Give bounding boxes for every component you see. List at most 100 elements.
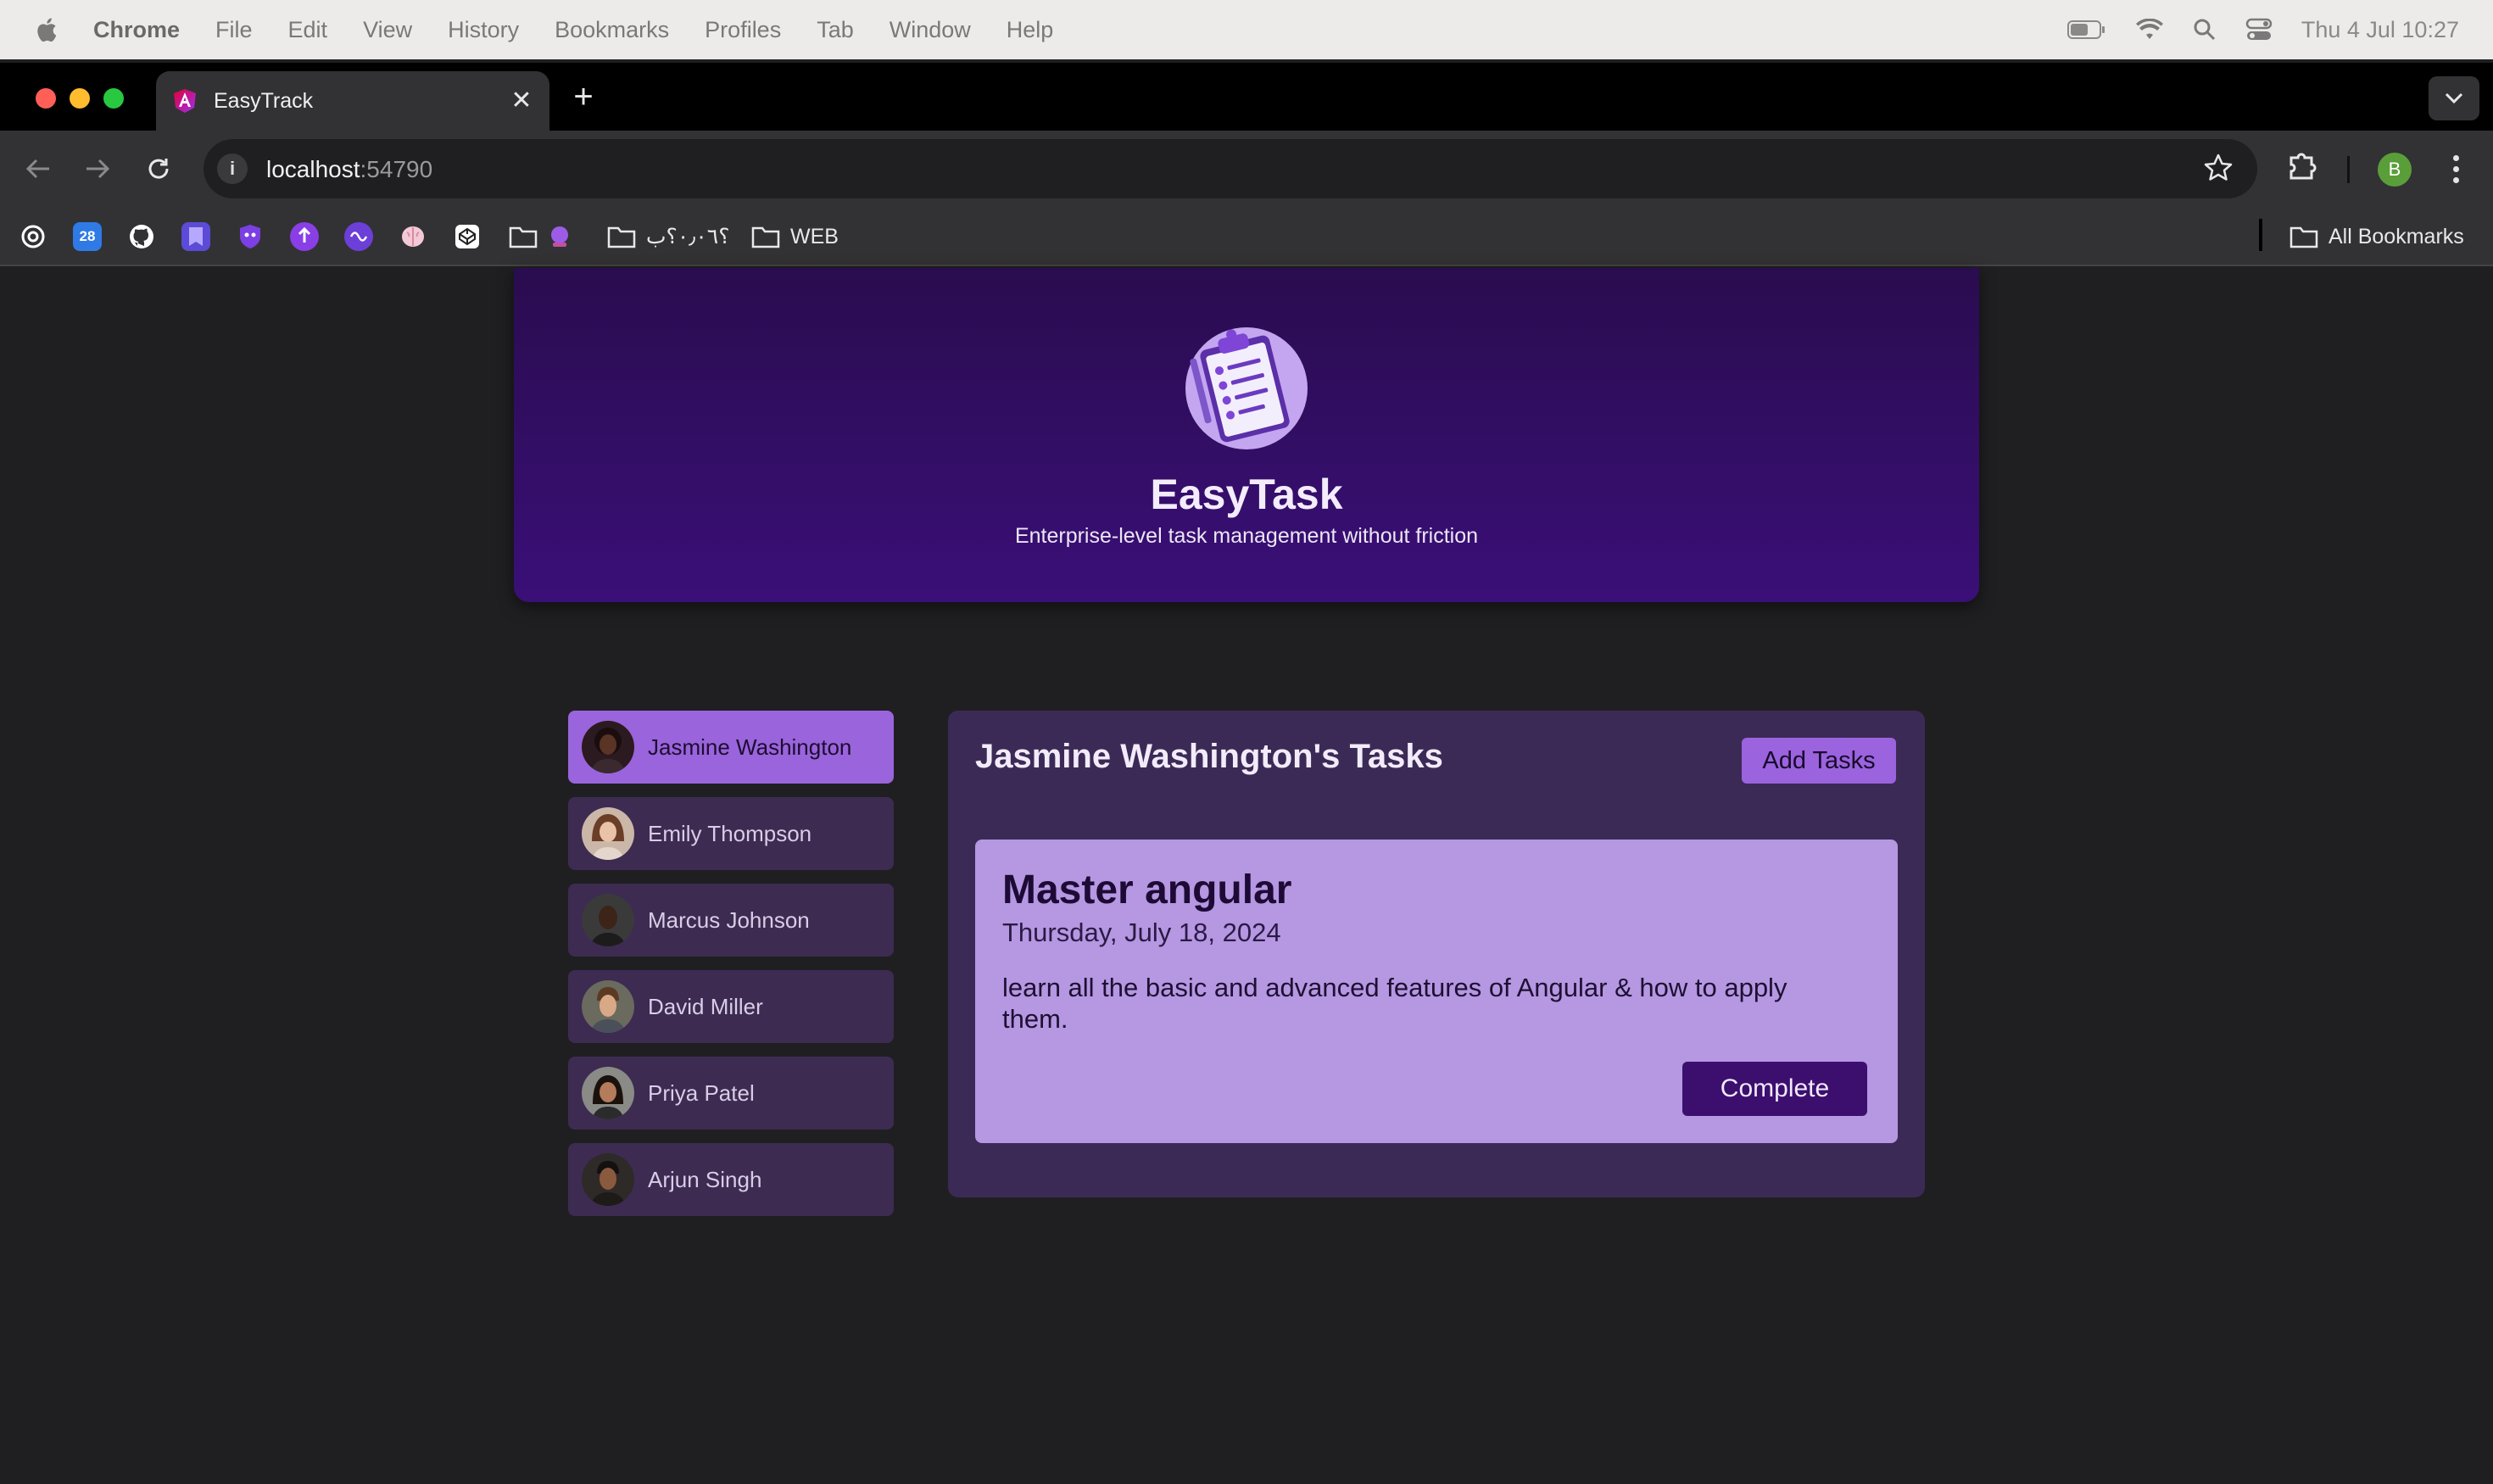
user-item-marcus-johnson[interactable]: Marcus Johnson <box>568 884 894 957</box>
arrow-left-icon <box>25 159 49 179</box>
user-list: Jasmine Washington Emily Thompson Marcus… <box>568 711 894 1230</box>
spotlight-search-icon[interactable] <box>2193 18 2217 42</box>
task-description: learn all the basic and advanced feature… <box>1002 973 1787 1034</box>
bookmark-folder-web[interactable]: WEB <box>751 219 839 254</box>
wifi-icon[interactable] <box>2135 19 2164 41</box>
user-name: Emily Thompson <box>648 820 812 846</box>
url-text[interactable]: localhost:54790 <box>266 156 432 183</box>
avatar <box>582 980 634 1033</box>
arrow-right-icon <box>86 159 110 179</box>
chrome-menu-icon[interactable] <box>2442 149 2469 188</box>
toolbar-divider <box>2347 156 2350 183</box>
folder-icon <box>607 226 636 248</box>
user-item-priya-patel[interactable]: Priya Patel <box>568 1057 894 1130</box>
user-item-arjun-singh[interactable]: Arjun Singh <box>568 1143 894 1216</box>
tasks-heading: Jasmine Washington's Tasks <box>975 738 1443 775</box>
menu-file[interactable]: File <box>215 17 253 43</box>
tab-search-button[interactable] <box>2429 76 2479 120</box>
bookmark-star-icon[interactable] <box>2203 153 2234 183</box>
reload-icon <box>148 159 169 179</box>
forward-button[interactable] <box>80 151 115 187</box>
folder-icon <box>751 226 780 248</box>
menu-help[interactable]: Help <box>1007 17 1054 43</box>
app-subtitle: Enterprise-level task management without… <box>1014 524 1479 548</box>
upload-app-icon[interactable] <box>290 222 319 251</box>
app-icon[interactable] <box>344 222 373 251</box>
angular-favicon-icon <box>174 89 196 113</box>
task-due-date: Thursday, July 18, 2024 <box>1002 918 1281 947</box>
bookmark-folder-2-label: ؟٠٫٠٦؟ب <box>646 225 730 248</box>
user-item-jasmine-washington[interactable]: Jasmine Washington <box>568 711 894 784</box>
complete-task-button[interactable]: Complete <box>1682 1062 1867 1116</box>
url-port: :54790 <box>360 156 433 182</box>
avatar <box>582 1153 634 1206</box>
macos-menu-bar: Chrome File Edit View History Bookmarks … <box>0 0 2493 59</box>
codepen-icon[interactable] <box>453 222 482 251</box>
calendar-icon[interactable]: 28 <box>73 222 102 251</box>
bookmark-folder-1[interactable] <box>509 219 572 254</box>
control-center-icon[interactable] <box>2245 18 2273 42</box>
bookmarks-separator <box>2259 219 2262 251</box>
user-name: Priya Patel <box>648 1080 755 1106</box>
task-title: Master angular <box>1002 868 1292 912</box>
user-item-david-miller[interactable]: David Miller <box>568 970 894 1043</box>
brain-icon[interactable] <box>399 222 427 251</box>
github-icon[interactable] <box>127 222 156 251</box>
avatar <box>582 894 634 946</box>
window-close-button[interactable] <box>36 88 56 109</box>
menu-profiles[interactable]: Profiles <box>705 17 781 43</box>
battery-icon[interactable] <box>2066 20 2106 40</box>
window-zoom-button[interactable] <box>103 88 124 109</box>
add-tasks-button[interactable]: Add Tasks <box>1742 738 1896 784</box>
app-header: EasyTask Enterprise-level task managemen… <box>514 268 1979 602</box>
tab-strip: EasyTrack ✕ + <box>0 63 2493 131</box>
window-minimize-button[interactable] <box>70 88 90 109</box>
bookmarks-bar: 28 ؟٠٫٠٦؟ب WEB All Bookmarks <box>0 207 2493 266</box>
shield-app-icon[interactable] <box>236 222 265 251</box>
user-name: Arjun Singh <box>648 1166 762 1192</box>
profile-avatar[interactable]: B <box>2378 153 2412 187</box>
reload-button[interactable] <box>141 151 176 187</box>
menu-edit[interactable]: Edit <box>288 17 328 43</box>
avatar <box>582 1067 634 1119</box>
avatar <box>582 721 634 773</box>
browser-tab-easytrack[interactable]: EasyTrack ✕ <box>156 71 549 131</box>
all-bookmarks-button[interactable]: All Bookmarks <box>2289 219 2464 254</box>
chatgpt-icon[interactable] <box>19 222 47 251</box>
menubar-clock[interactable]: Thu 4 Jul 10:27 <box>2301 17 2459 43</box>
chevron-down-icon <box>2445 92 2463 104</box>
bookmark-folder-2[interactable]: ؟٠٫٠٦؟ب <box>607 219 730 254</box>
address-bar[interactable]: i localhost:54790 <box>204 139 2257 198</box>
menu-tab[interactable]: Tab <box>817 17 854 43</box>
all-bookmarks-label: All Bookmarks <box>2328 224 2464 248</box>
close-tab-icon[interactable]: ✕ <box>509 88 534 114</box>
tasks-panel: Jasmine Washington's Tasks Add Tasks Mas… <box>948 711 1925 1197</box>
bookmark-folder-web-label: WEB <box>790 224 839 248</box>
browser-toolbar: i localhost:54790 B <box>0 131 2493 207</box>
avatar <box>582 807 634 860</box>
menu-view[interactable]: View <box>363 17 412 43</box>
back-button[interactable] <box>20 151 56 187</box>
bookmark-app-icon[interactable] <box>181 222 210 251</box>
page-viewport: EasyTask Enterprise-level task managemen… <box>0 268 2493 1484</box>
menu-app-chrome[interactable]: Chrome <box>93 17 180 43</box>
site-info-icon[interactable]: i <box>217 153 248 184</box>
new-tab-button[interactable]: + <box>566 80 600 115</box>
tab-title: EasyTrack <box>214 88 314 113</box>
user-name: David Miller <box>648 993 763 1019</box>
menu-window[interactable]: Window <box>890 17 971 43</box>
folder-icon <box>2289 226 2318 248</box>
user-item-emily-thompson[interactable]: Emily Thompson <box>568 797 894 870</box>
crystal-ball-icon <box>551 226 568 247</box>
clipboard-logo-icon <box>1185 327 1308 449</box>
app-title: EasyTask <box>1150 471 1343 518</box>
apple-logo-icon[interactable] <box>34 16 58 43</box>
menu-bookmarks[interactable]: Bookmarks <box>555 17 669 43</box>
folder-icon <box>509 226 538 248</box>
url-host: localhost <box>266 156 360 182</box>
extensions-puzzle-icon[interactable] <box>2286 148 2320 181</box>
user-name: Marcus Johnson <box>648 907 810 933</box>
user-name: Jasmine Washington <box>648 734 852 760</box>
task-card: Master angular Thursday, July 18, 2024 l… <box>975 840 1898 1143</box>
menu-history[interactable]: History <box>448 17 519 43</box>
